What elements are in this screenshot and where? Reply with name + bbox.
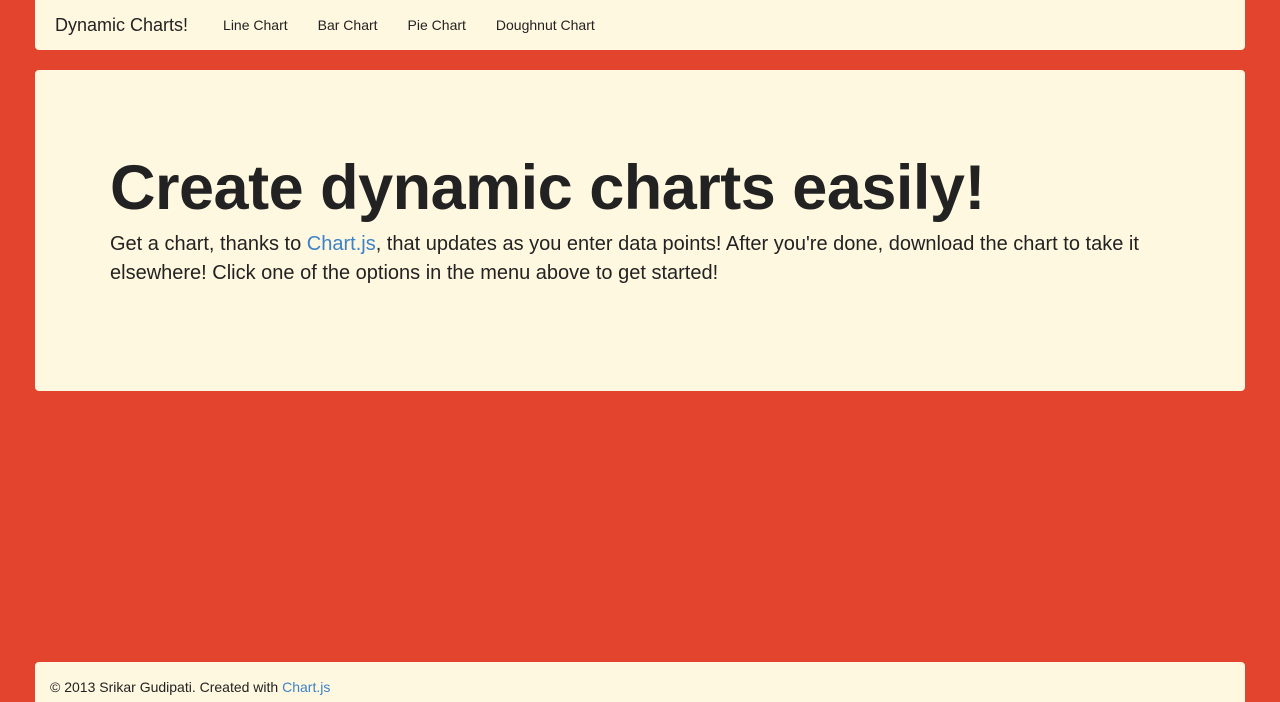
hero-description: Get a chart, thanks to Chart.js, that up…: [110, 230, 1170, 288]
hero-text-before-link: Get a chart, thanks to: [110, 233, 307, 255]
footer-chartjs-link[interactable]: Chart.js: [282, 679, 330, 695]
brand-link[interactable]: Dynamic Charts!: [55, 15, 188, 36]
footer: © 2013 Srikar Gudipati. Created with Cha…: [35, 662, 1245, 702]
navbar: Dynamic Charts! Line Chart Bar Chart Pie…: [35, 0, 1245, 50]
hero-panel: Create dynamic charts easily! Get a char…: [35, 70, 1245, 391]
nav-link-pie-chart[interactable]: Pie Chart: [393, 17, 481, 33]
nav-menu: Line Chart Bar Chart Pie Chart Doughnut …: [208, 17, 610, 33]
nav-link-line-chart[interactable]: Line Chart: [208, 17, 303, 33]
hero-chartjs-link[interactable]: Chart.js: [307, 233, 376, 255]
nav-link-doughnut-chart[interactable]: Doughnut Chart: [481, 17, 610, 33]
nav-link-bar-chart[interactable]: Bar Chart: [303, 17, 393, 33]
footer-copyright: © 2013 Srikar Gudipati. Created with: [50, 679, 283, 695]
hero-title: Create dynamic charts easily!: [110, 153, 985, 223]
